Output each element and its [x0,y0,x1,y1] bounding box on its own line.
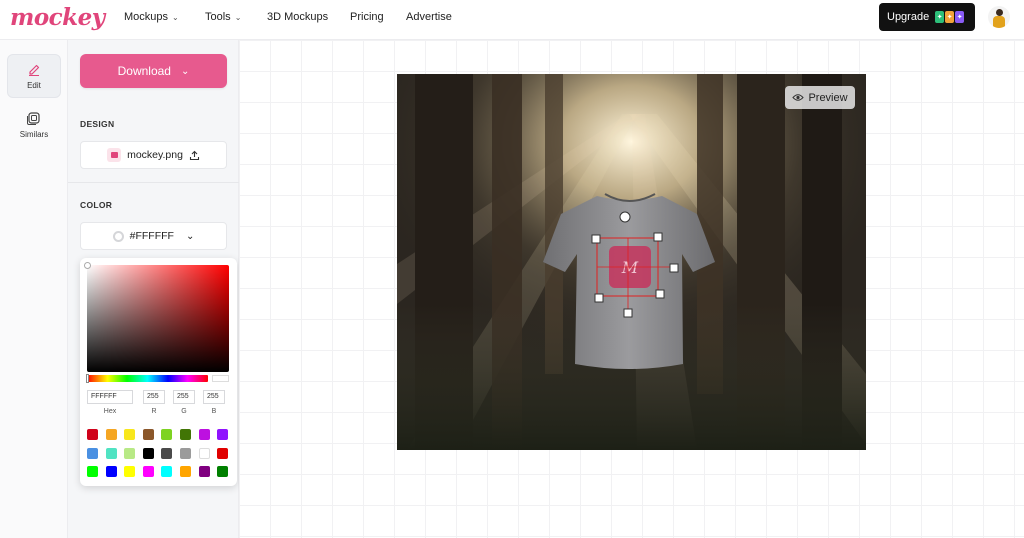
plan-badges-icon: ✦ ✦ ✦ [935,11,965,23]
b-input[interactable]: 255 [203,390,225,404]
r-input[interactable]: 255 [143,390,165,404]
top-navbar: mockey Mockups ⌄ Tools ⌄ 3D Mockups Pric… [0,0,1024,40]
image-file-icon [107,148,122,162]
color-picker-popup: FFFFFF 255 255 255 Hex R G B [80,258,237,486]
g-label: G [181,408,187,415]
alpha-preview [212,375,229,382]
design-section-label: DESIGN [80,119,115,129]
g-input[interactable]: 255 [173,390,195,404]
eye-icon [792,94,805,101]
panel-divider [68,182,239,183]
r-label: R [151,408,157,415]
color-swatch[interactable] [180,447,191,459]
rail-item-edit-label: Edit [27,80,41,90]
similars-icon [27,111,40,125]
color-swatch[interactable] [217,466,229,477]
rail-item-similars[interactable]: Similars [7,102,61,146]
color-swatch[interactable] [124,466,136,477]
rail-item-similars-label: Similars [19,129,49,139]
color-swatch[interactable] [161,466,173,477]
color-swatch[interactable] [87,447,98,459]
download-label: Download [117,64,171,78]
nav-mockups[interactable]: Mockups ⌄ [124,11,179,23]
color-swatch[interactable] [142,466,154,477]
mockup-image[interactable]: M [397,74,866,450]
nav-3d-mockups[interactable]: 3D Mockups [267,11,328,23]
color-swatch[interactable] [180,429,191,440]
nav-tools-label: Tools [205,11,231,23]
color-swatch[interactable] [161,429,173,440]
chevron-down-icon: ⌄ [234,12,242,22]
hue-handle[interactable] [86,374,89,383]
upgrade-label: Upgrade [887,11,930,23]
color-swatch[interactable] [142,429,154,440]
nav-advertise-label: Advertise [406,11,452,23]
hex-label: Hex [103,408,117,415]
color-swatch[interactable] [161,447,173,459]
color-swatch[interactable] [87,429,98,440]
color-swatch[interactable] [142,447,154,459]
preview-button[interactable]: Preview [785,86,855,109]
color-value: #FFFFFF [129,230,174,242]
download-button[interactable]: Download ⌄ [80,54,227,88]
color-swatch-icon [112,230,124,242]
upload-icon[interactable] [189,150,200,161]
color-swatch[interactable] [217,447,229,459]
color-swatch[interactable] [87,466,98,477]
color-swatch[interactable] [217,429,229,440]
user-avatar[interactable] [988,6,1010,28]
color-swatch[interactable] [105,466,117,477]
chevron-down-icon: ⌄ [185,230,195,242]
design-file-name: mockey.png [127,149,183,161]
chevron-down-icon: ⌄ [180,65,190,77]
color-swatch[interactable] [198,466,210,477]
mockey-logo[interactable]: mockey [10,4,105,31]
b-label: B [211,408,217,415]
rail-item-edit[interactable]: Edit [7,54,61,98]
color-swatch[interactable] [124,447,136,459]
nav-3d-mockups-label: 3D Mockups [267,11,329,23]
color-swatch[interactable] [124,429,136,440]
nav-pricing-label: Pricing [350,11,384,23]
color-swatch[interactable] [105,447,117,459]
hue-slider[interactable] [87,375,208,382]
pencil-icon [29,64,40,76]
hex-input[interactable]: FFFFFF [87,390,133,404]
saturation-area[interactable] [87,265,229,372]
nav-tools[interactable]: Tools ⌄ [205,11,241,23]
color-swatch[interactable] [105,429,117,440]
color-swatch[interactable] [180,466,191,477]
upgrade-button[interactable]: Upgrade ✦ ✦ ✦ [879,3,975,31]
left-tool-rail: Edit Similars [0,40,68,538]
preview-label: Preview [808,91,848,104]
svg-text:M: M [621,258,639,277]
chevron-down-icon: ⌄ [172,12,179,22]
nav-advertise[interactable]: Advertise [406,11,452,23]
color-swatch[interactable] [198,429,210,440]
nav-pricing[interactable]: Pricing [350,11,384,23]
saturation-handle[interactable] [84,262,91,269]
forest-tshirt-mockup: M [397,74,866,450]
color-dropdown[interactable]: #FFFFFF ⌄ [80,222,227,250]
color-swatch[interactable] [198,447,210,459]
design-file-upload[interactable]: mockey.png [80,141,227,169]
color-section-label: COLOR [80,200,113,210]
nav-mockups-label: Mockups [124,11,169,23]
